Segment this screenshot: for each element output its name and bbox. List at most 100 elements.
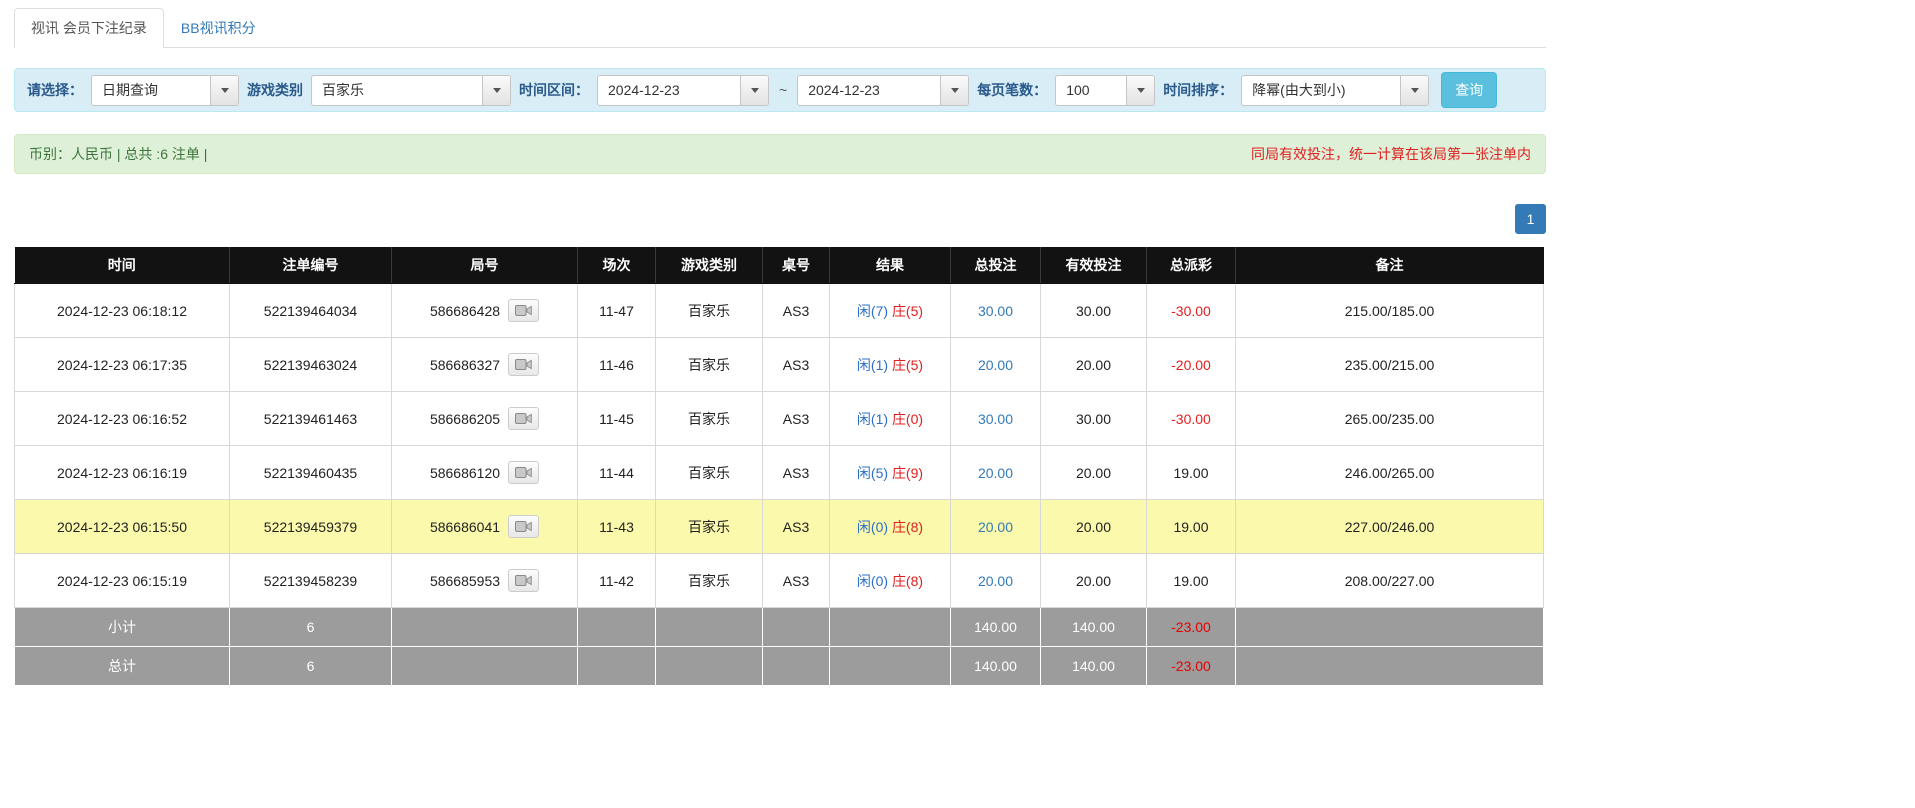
total-bet-link[interactable]: 30.00 — [978, 411, 1013, 427]
total-bet-link[interactable]: 20.00 — [978, 573, 1013, 589]
cell-result: 闲(1) 庄(5) — [830, 338, 951, 392]
cell-round: 586686041 — [392, 500, 578, 554]
cell-round: 586686428 — [392, 284, 578, 338]
column-header: 有效投注 — [1041, 247, 1147, 284]
table-body: 2024-12-23 06:18:12522139464034586686428… — [15, 284, 1544, 686]
total-bet-link[interactable]: 20.00 — [978, 465, 1013, 481]
round-video-button[interactable] — [508, 569, 539, 592]
tab-bb-points[interactable]: BB视讯积分 — [164, 8, 273, 48]
cell-bet-id: 522139460435 — [230, 446, 392, 500]
cell-time: 2024-12-23 06:15:50 — [15, 500, 230, 554]
subtotal-row: 小计6140.00140.00-23.00 — [15, 608, 1544, 647]
summary-cell — [656, 647, 763, 686]
summary-cell — [392, 608, 578, 647]
cell-total-bet: 20.00 — [951, 338, 1041, 392]
cell-table-no: AS3 — [763, 554, 830, 608]
page-1-button[interactable]: 1 — [1515, 204, 1546, 234]
page-size-select[interactable]: 100 — [1055, 75, 1155, 106]
cell-game-type: 百家乐 — [656, 338, 763, 392]
caret-icon — [221, 88, 229, 93]
page-size-label: 每页笔数： — [977, 80, 1047, 100]
round-id: 586686041 — [430, 519, 500, 535]
search-button[interactable]: 查询 — [1441, 72, 1497, 108]
video-icon — [515, 358, 532, 371]
chevron-down-icon[interactable] — [210, 76, 238, 105]
cell-table-no: AS3 — [763, 338, 830, 392]
cell-result: 闲(1) 庄(0) — [830, 392, 951, 446]
payout-value: -30.00 — [1171, 303, 1211, 319]
result-player: 闲(1) — [857, 357, 888, 373]
sort-order-select[interactable]: 降幂(由大到小) — [1241, 75, 1429, 106]
result-player: 闲(0) — [857, 573, 888, 589]
query-type-label: 请选择： — [27, 80, 83, 100]
caret-icon — [951, 88, 959, 93]
video-icon — [515, 412, 532, 425]
summary-info-bar: 币别：人民币 | 总共 :6 注单 | 同局有效投注，统一计算在该局第一张注单内 — [14, 134, 1546, 174]
column-header: 备注 — [1236, 247, 1544, 284]
cell-total-bet: 20.00 — [951, 500, 1041, 554]
sort-order-label: 时间排序： — [1163, 80, 1233, 100]
cell-bet-id: 522139461463 — [230, 392, 392, 446]
grand-total-row: 总计6140.00140.00-23.00 — [15, 647, 1544, 686]
cell-remark: 215.00/185.00 — [1236, 284, 1544, 338]
column-header: 注单编号 — [230, 247, 392, 284]
round-video-button[interactable] — [508, 515, 539, 538]
cell-payout: -20.00 — [1147, 338, 1236, 392]
chevron-down-icon[interactable] — [1126, 76, 1154, 105]
summary-label: 总计 — [15, 647, 230, 686]
round-video-button[interactable] — [508, 461, 539, 484]
video-icon — [515, 466, 532, 479]
cell-valid-bet: 20.00 — [1041, 554, 1147, 608]
cell-total-bet: 20.00 — [951, 446, 1041, 500]
cell-table-no: AS3 — [763, 392, 830, 446]
cell-table-no: AS3 — [763, 500, 830, 554]
cell-valid-bet: 20.00 — [1041, 500, 1147, 554]
cell-remark: 265.00/235.00 — [1236, 392, 1544, 446]
records-table: 时间注单编号局号场次游戏类别桌号结果总投注有效投注总派彩备注 2024-12-2… — [14, 247, 1544, 686]
round-video-button[interactable] — [508, 353, 539, 376]
page-size-value: 100 — [1056, 76, 1126, 105]
result-banker: 庄(5) — [892, 303, 923, 319]
tab-betting-records[interactable]: 视讯 会员下注纪录 — [14, 8, 164, 48]
chevron-down-icon[interactable] — [482, 76, 510, 105]
summary-cell — [830, 647, 951, 686]
cell-payout: 19.00 — [1147, 446, 1236, 500]
cell-remark: 235.00/215.00 — [1236, 338, 1544, 392]
cell-result: 闲(7) 庄(5) — [830, 284, 951, 338]
summary-cell: -23.00 — [1147, 647, 1236, 686]
chevron-down-icon[interactable] — [940, 76, 968, 105]
cell-round: 586686120 — [392, 446, 578, 500]
cell-bet-id: 522139463024 — [230, 338, 392, 392]
cell-bet-id: 522139458239 — [230, 554, 392, 608]
total-bet-link[interactable]: 30.00 — [978, 303, 1013, 319]
date-from-select[interactable]: 2024-12-23 — [597, 75, 769, 106]
cell-round: 586685953 — [392, 554, 578, 608]
result-banker: 庄(8) — [892, 573, 923, 589]
total-bet-link[interactable]: 20.00 — [978, 519, 1013, 535]
column-header: 结果 — [830, 247, 951, 284]
column-header: 总派彩 — [1147, 247, 1236, 284]
valid-bet-notice: 同局有效投注，统一计算在该局第一张注单内 — [1251, 144, 1531, 164]
round-id: 586686327 — [430, 357, 500, 373]
summary-cell — [578, 608, 656, 647]
cell-result: 闲(5) 庄(9) — [830, 446, 951, 500]
cell-payout: 19.00 — [1147, 554, 1236, 608]
cell-payout: -30.00 — [1147, 392, 1236, 446]
cell-valid-bet: 30.00 — [1041, 392, 1147, 446]
chevron-down-icon[interactable] — [1400, 76, 1428, 105]
round-video-button[interactable] — [508, 299, 539, 322]
cell-result: 闲(0) 庄(8) — [830, 500, 951, 554]
table-row: 2024-12-23 06:16:19522139460435586686120… — [15, 446, 1544, 500]
cell-remark: 208.00/227.00 — [1236, 554, 1544, 608]
game-type-label: 游戏类别 — [247, 80, 303, 100]
summary-cell: 140.00 — [951, 608, 1041, 647]
table-header-row: 时间注单编号局号场次游戏类别桌号结果总投注有效投注总派彩备注 — [15, 247, 1544, 284]
cell-bet-id: 522139464034 — [230, 284, 392, 338]
date-to-select[interactable]: 2024-12-23 — [797, 75, 969, 106]
total-bet-link[interactable]: 20.00 — [978, 357, 1013, 373]
chevron-down-icon[interactable] — [740, 76, 768, 105]
round-video-button[interactable] — [508, 407, 539, 430]
column-header: 场次 — [578, 247, 656, 284]
query-type-select[interactable]: 日期查询 — [91, 75, 239, 106]
game-type-select[interactable]: 百家乐 — [311, 75, 511, 106]
